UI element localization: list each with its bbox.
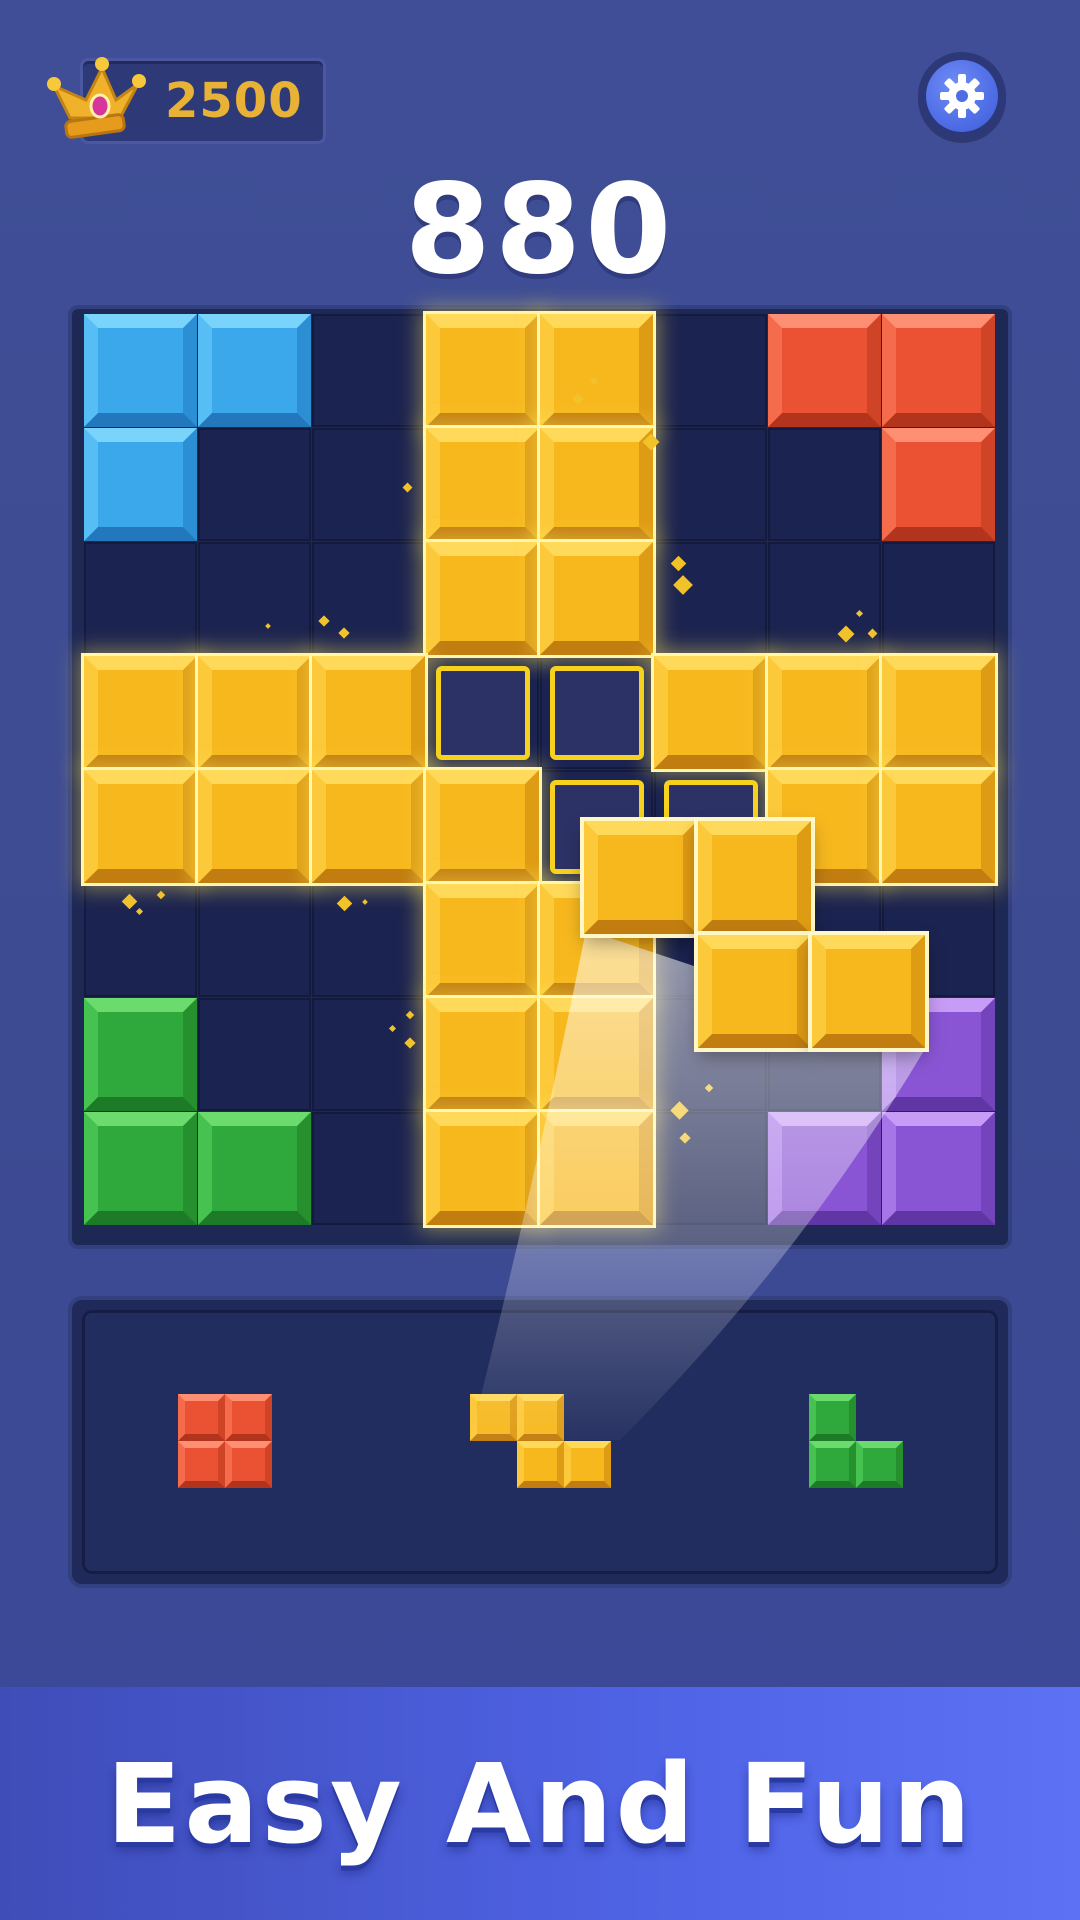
current-score: 880: [404, 158, 676, 302]
game-screen: 2500 880 Easy And Fun: [0, 0, 1080, 1920]
board-cell-empty: [312, 542, 425, 655]
board-block-red: [768, 314, 881, 427]
best-score-value: 2500: [165, 73, 303, 129]
crown-icon: [47, 57, 146, 139]
board-block-yellow: [426, 1112, 539, 1225]
board-block-yellow: [426, 884, 539, 997]
placement-preview-cell: [550, 666, 644, 760]
tray-block-red: [225, 1441, 272, 1488]
tray-block-red: [225, 1394, 272, 1441]
board-cell-empty: [84, 542, 197, 655]
tray-block-yellow: [517, 1441, 564, 1488]
board-block-yellow: [882, 656, 995, 769]
board-cell-empty: [882, 542, 995, 655]
tray-block-yellow: [564, 1441, 611, 1488]
dragging-piece-block: [812, 935, 925, 1048]
tray-block-green: [856, 1441, 903, 1488]
board-cell-empty: [312, 884, 425, 997]
board-block-yellow: [426, 770, 539, 883]
tray-block-red: [178, 1441, 225, 1488]
board-block-green: [84, 1112, 197, 1225]
tray-block-green: [809, 1394, 856, 1441]
tray-block-green: [809, 1441, 856, 1488]
board-cell-empty: [312, 314, 425, 427]
tray-block-yellow: [517, 1394, 564, 1441]
board-block-yellow: [540, 428, 653, 541]
board-block-blue: [198, 314, 311, 427]
dragging-piece-block: [698, 935, 811, 1048]
dragging-piece-block: [584, 821, 697, 934]
tray-block-red: [178, 1394, 225, 1441]
board-block-purple: [882, 1112, 995, 1225]
banner-slogan: Easy And Fun: [106, 1740, 974, 1868]
board-block-yellow: [768, 656, 881, 769]
board-cell-empty: [198, 428, 311, 541]
board-cell-empty: [654, 314, 767, 427]
board-cell-empty: [198, 884, 311, 997]
board-block-red: [882, 314, 995, 427]
board-block-yellow: [312, 656, 425, 769]
board-block-blue: [84, 428, 197, 541]
board-block-yellow: [540, 1112, 653, 1225]
board-block-yellow: [84, 656, 197, 769]
board-block-yellow: [84, 770, 197, 883]
board-block-yellow: [198, 656, 311, 769]
board-block-green: [198, 1112, 311, 1225]
board-block-yellow: [426, 314, 539, 427]
board-cell-empty: [84, 884, 197, 997]
board-block-yellow: [882, 770, 995, 883]
board-block-yellow: [198, 770, 311, 883]
placement-preview-cell: [436, 666, 530, 760]
settings-button[interactable]: [918, 52, 1006, 140]
board-cell-empty: [312, 1112, 425, 1225]
board-block-yellow: [654, 656, 767, 769]
board-block-yellow: [312, 770, 425, 883]
board-block-red: [882, 428, 995, 541]
tray-block-yellow: [470, 1394, 517, 1441]
board-block-yellow: [426, 428, 539, 541]
board-block-blue: [84, 314, 197, 427]
board-cell-empty: [654, 542, 767, 655]
board-block-yellow: [426, 542, 539, 655]
board-block-green: [84, 998, 197, 1111]
board-cell-empty: [768, 542, 881, 655]
gear-icon: [940, 74, 984, 118]
board-block-yellow: [540, 314, 653, 427]
board-cell-empty: [198, 542, 311, 655]
board-block-yellow: [540, 542, 653, 655]
board-cell-empty: [654, 1112, 767, 1225]
dragging-piece-block: [698, 821, 811, 934]
board-block-purple: [768, 1112, 881, 1225]
board-cell-empty: [654, 428, 767, 541]
board-cell-empty: [768, 428, 881, 541]
board-block-yellow: [426, 998, 539, 1111]
game-board[interactable]: [84, 314, 999, 1239]
board-block-yellow: [540, 998, 653, 1111]
board-cell-empty: [198, 998, 311, 1111]
